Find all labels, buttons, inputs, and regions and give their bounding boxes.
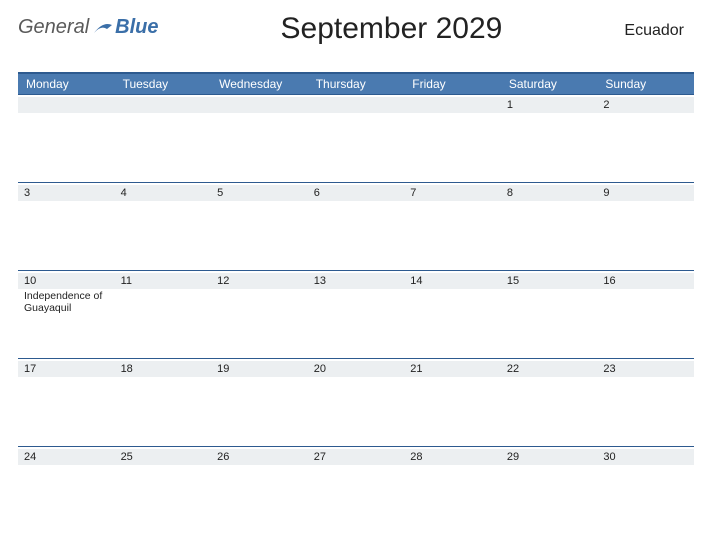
- day-cell: 2: [597, 95, 694, 182]
- day-number: [404, 97, 501, 113]
- day-cell: 7: [404, 183, 501, 270]
- day-number: [211, 97, 308, 113]
- day-cell: 21: [404, 359, 501, 446]
- day-number: 14: [404, 273, 501, 289]
- day-cell: 29: [501, 447, 598, 534]
- week-row: 10Independence of Guayaquil111213141516: [18, 270, 694, 358]
- day-header: Wednesday: [211, 74, 308, 94]
- day-header: Thursday: [308, 74, 405, 94]
- day-cell: 6: [308, 183, 405, 270]
- week-row: 17181920212223: [18, 358, 694, 446]
- day-number: 16: [597, 273, 694, 289]
- day-cell: [404, 95, 501, 182]
- day-event: Independence of Guayaquil: [24, 290, 109, 314]
- day-cell: 25: [115, 447, 212, 534]
- day-number: 18: [115, 361, 212, 377]
- day-number: 7: [404, 185, 501, 201]
- logo-text-blue: Blue: [115, 16, 158, 39]
- day-number: 28: [404, 449, 501, 465]
- day-cell: 10Independence of Guayaquil: [18, 271, 115, 358]
- day-number: 12: [211, 273, 308, 289]
- day-number: [308, 97, 405, 113]
- day-number: 4: [115, 185, 212, 201]
- day-cell: 28: [404, 447, 501, 534]
- logo-swoosh-icon: [93, 19, 113, 37]
- day-cell: 9: [597, 183, 694, 270]
- day-number: 11: [115, 273, 212, 289]
- day-number: 9: [597, 185, 694, 201]
- day-number: 29: [501, 449, 598, 465]
- day-header: Tuesday: [115, 74, 212, 94]
- day-number: 26: [211, 449, 308, 465]
- day-cell: 23: [597, 359, 694, 446]
- logo: General Blue: [18, 12, 159, 39]
- day-number: 3: [18, 185, 115, 201]
- day-cell: 5: [211, 183, 308, 270]
- day-cell: 19: [211, 359, 308, 446]
- day-cell: 11: [115, 271, 212, 358]
- day-number: 21: [404, 361, 501, 377]
- day-number: 6: [308, 185, 405, 201]
- week-row: 12: [18, 94, 694, 182]
- day-number: [18, 97, 115, 113]
- logo-text-general: General: [18, 16, 89, 39]
- day-cell: 13: [308, 271, 405, 358]
- day-cell: 14: [404, 271, 501, 358]
- day-cell: 16: [597, 271, 694, 358]
- day-header: Monday: [18, 74, 115, 94]
- day-number: 1: [501, 97, 598, 113]
- day-number: 19: [211, 361, 308, 377]
- day-number: 23: [597, 361, 694, 377]
- day-number: 22: [501, 361, 598, 377]
- day-number: 10: [18, 273, 115, 289]
- day-cell: 18: [115, 359, 212, 446]
- day-number: 13: [308, 273, 405, 289]
- day-number: [115, 97, 212, 113]
- day-cell: 22: [501, 359, 598, 446]
- country-label: Ecuador: [624, 12, 694, 40]
- day-cell: 1: [501, 95, 598, 182]
- day-cell: 17: [18, 359, 115, 446]
- day-cell: 12: [211, 271, 308, 358]
- day-cell: [308, 95, 405, 182]
- day-number: 5: [211, 185, 308, 201]
- day-cell: 4: [115, 183, 212, 270]
- day-number: 27: [308, 449, 405, 465]
- day-number: 8: [501, 185, 598, 201]
- day-cell: [211, 95, 308, 182]
- header: General Blue September 2029 Ecuador: [18, 12, 694, 62]
- day-header: Saturday: [501, 74, 598, 94]
- week-row: 3456789: [18, 182, 694, 270]
- page-title: September 2029: [159, 12, 625, 46]
- day-header: Sunday: [597, 74, 694, 94]
- day-cell: [18, 95, 115, 182]
- day-header: Friday: [404, 74, 501, 94]
- day-cell: 15: [501, 271, 598, 358]
- day-cell: 27: [308, 447, 405, 534]
- day-cell: [115, 95, 212, 182]
- day-number: 17: [18, 361, 115, 377]
- day-number: 15: [501, 273, 598, 289]
- day-number: 20: [308, 361, 405, 377]
- day-cell: 26: [211, 447, 308, 534]
- calendar-grid: 12345678910Independence of Guayaquil1112…: [18, 94, 694, 534]
- day-number: 30: [597, 449, 694, 465]
- day-number: 24: [18, 449, 115, 465]
- day-cell: 20: [308, 359, 405, 446]
- day-number: 25: [115, 449, 212, 465]
- day-cell: 30: [597, 447, 694, 534]
- week-row: 24252627282930: [18, 446, 694, 534]
- day-header-row: Monday Tuesday Wednesday Thursday Friday…: [18, 72, 694, 94]
- day-cell: 8: [501, 183, 598, 270]
- day-cell: 3: [18, 183, 115, 270]
- day-number: 2: [597, 97, 694, 113]
- day-cell: 24: [18, 447, 115, 534]
